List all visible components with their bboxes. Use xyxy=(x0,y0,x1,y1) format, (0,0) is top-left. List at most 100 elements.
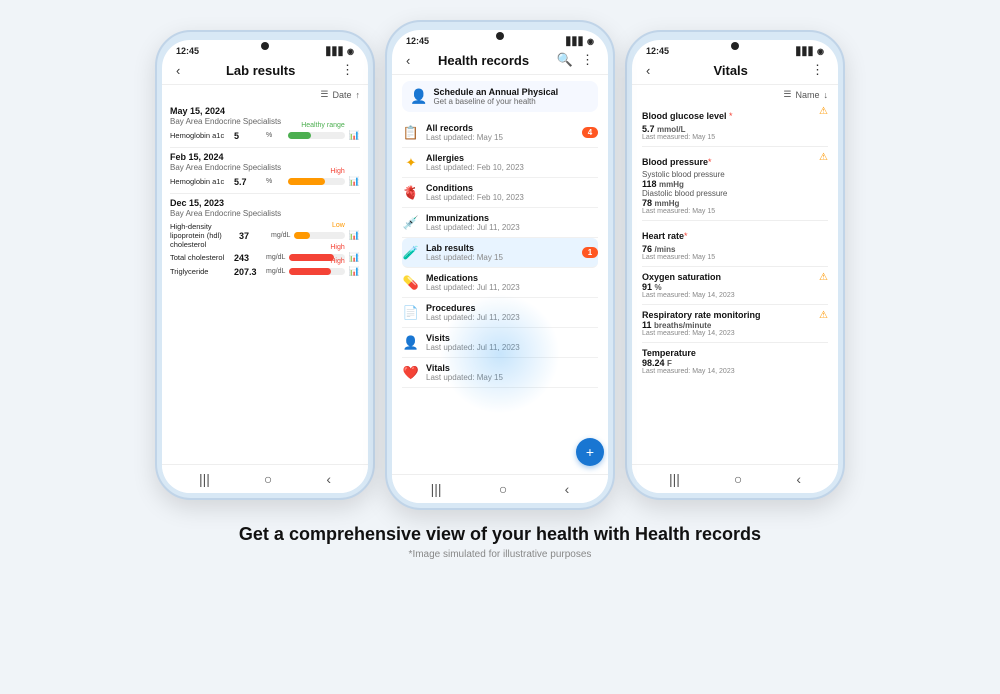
phone2-search-icon[interactable]: 🔍 xyxy=(557,52,573,68)
vital-temperature-date: Last measured: May 14, 2023 xyxy=(642,368,828,375)
lab-name-3-3: Triglyceride xyxy=(170,267,230,276)
lab-results-badge: 1 xyxy=(582,247,598,258)
lab-chart-3-1[interactable]: 📊 xyxy=(349,230,360,241)
conditions-icon: 🫀 xyxy=(402,185,420,201)
record-procedures[interactable]: 📄 Procedures Last updated: Jul 11, 2023 xyxy=(402,298,598,328)
medications-updated: Last updated: Jul 11, 2023 xyxy=(426,283,598,292)
vitals-updated: Last updated: May 15 xyxy=(426,373,598,382)
phone2-nav-back[interactable]: ‹ xyxy=(565,481,570,497)
phone1-nav-back[interactable]: ‹ xyxy=(326,471,331,487)
phone3-status-icons: ▋▋▋ ◉ xyxy=(796,47,824,56)
record-visits[interactable]: 👤 Visits Last updated: Jul 11, 2023 xyxy=(402,328,598,358)
phone1-more-icon[interactable]: ⋮ xyxy=(341,62,354,78)
phone1-nav-lines[interactable]: ||| xyxy=(199,471,210,487)
vital-blood-pressure-warn: ⚠ xyxy=(819,152,828,163)
lab-bar-3-1: Low xyxy=(294,232,344,239)
phone2-nav-bar: ‹ Health records 🔍 ⋮ xyxy=(392,48,608,75)
vital-heart-rate-date: Last measured: May 15 xyxy=(642,254,828,261)
lab-chart-1-1[interactable]: 📊 xyxy=(349,130,360,141)
procedures-text: Procedures Last updated: Jul 11, 2023 xyxy=(426,303,598,322)
phone2-more-icon[interactable]: ⋮ xyxy=(581,52,594,68)
lab-unit-3-2: mg/dL xyxy=(266,254,285,261)
phone1-back-button[interactable]: ‹ xyxy=(176,63,180,78)
record-lab-results[interactable]: 🧪 Lab results Last updated: May 15 1 xyxy=(402,238,598,268)
lab-filter-label[interactable]: Date xyxy=(332,90,351,100)
health-banner-title: Schedule an Annual Physical xyxy=(433,87,558,97)
phone2-bottom-nav: ||| ○ ‹ xyxy=(392,474,608,503)
phone2-fab[interactable]: + xyxy=(576,438,604,466)
phone2-nav-icons: 🔍 ⋮ xyxy=(557,52,594,68)
lab-low-label-3-1: Low xyxy=(332,222,345,229)
record-all-records[interactable]: 📋 All records Last updated: May 15 4 xyxy=(402,118,598,148)
lab-date-1: May 15, 2024 xyxy=(170,106,360,116)
lab-bar-fill-3-3 xyxy=(289,268,330,275)
vitals-name: Vitals xyxy=(426,363,598,373)
record-medications[interactable]: 💊 Medications Last updated: Jul 11, 2023 xyxy=(402,268,598,298)
phone3-more-icon[interactable]: ⋮ xyxy=(811,62,824,78)
lab-value-1-1: 5 xyxy=(234,131,262,141)
phone3-time: 12:45 xyxy=(646,46,669,56)
lab-name-2-1: Hemoglobin a1c xyxy=(170,177,230,186)
vital-blood-pressure-name: Blood pressure* xyxy=(642,152,815,170)
procedures-name: Procedures xyxy=(426,303,598,313)
all-records-updated: Last updated: May 15 xyxy=(426,133,576,142)
lab-chart-2-1[interactable]: 📊 xyxy=(349,176,360,187)
phone2-nav-home[interactable]: ○ xyxy=(499,481,507,497)
record-conditions[interactable]: 🫀 Conditions Last updated: Feb 10, 2023 xyxy=(402,178,598,208)
lab-value-2-1: 5.7 xyxy=(234,177,262,187)
vital-heart-rate[interactable]: Heart rate* 76 /mins Last measured: May … xyxy=(642,226,828,267)
phone1-nav-home[interactable]: ○ xyxy=(264,471,272,487)
lab-bar-fill-3-1 xyxy=(294,232,309,239)
lab-chart-3-2[interactable]: 📊 xyxy=(349,252,360,263)
lab-chart-3-3[interactable]: 📊 xyxy=(349,266,360,277)
phone2-back-button[interactable]: ‹ xyxy=(406,53,410,68)
lab-bar-fill-3-2 xyxy=(289,254,333,261)
lab-filter-icon: ☰ xyxy=(320,89,328,100)
phone1-camera xyxy=(261,42,269,50)
vital-respiratory-info: Respiratory rate monitoring 11 breaths/m… xyxy=(642,310,815,337)
lab-bar-3-3: High xyxy=(289,268,344,275)
vitals-sort-icon[interactable]: ↓ xyxy=(824,90,829,100)
vital-blood-pressure[interactable]: Blood pressure* Systolic blood pressure … xyxy=(642,152,828,221)
phone3-nav-home[interactable]: ○ xyxy=(734,471,742,487)
caption-disclaimer: *Image simulated for illustrative purpos… xyxy=(239,549,761,560)
phone3-nav-lines[interactable]: ||| xyxy=(669,471,680,487)
allergies-updated: Last updated: Feb 10, 2023 xyxy=(426,163,598,172)
vital-blood-pressure-date: Last measured: May 15 xyxy=(642,208,815,215)
phone1-time: 12:45 xyxy=(176,46,199,56)
phone3-nav-back[interactable]: ‹ xyxy=(796,471,801,487)
vital-oxygen[interactable]: Oxygen saturation 91 % Last measured: Ma… xyxy=(642,272,828,305)
phone2-nav-lines[interactable]: ||| xyxy=(431,481,442,497)
lab-value-3-1: 37 xyxy=(239,231,267,241)
conditions-updated: Last updated: Feb 10, 2023 xyxy=(426,193,598,202)
vital-blood-glucose-value: 5.7 mmol/L xyxy=(642,124,815,134)
vital-bp-systolic-label: Systolic blood pressure xyxy=(642,170,815,179)
vital-blood-glucose[interactable]: Blood glucose level * 5.7 mmol/L Last me… xyxy=(642,106,828,147)
record-vitals[interactable]: ❤️ Vitals Last updated: May 15 xyxy=(402,358,598,388)
lab-sort-icon[interactable]: ↑ xyxy=(356,90,361,100)
lab-bar-fill-2-1 xyxy=(288,178,325,185)
record-immunizations[interactable]: 💉 Immunizations Last updated: Jul 11, 20… xyxy=(402,208,598,238)
phone1-content: ☰ Date ↑ May 15, 2024 Bay Area Endocrine… xyxy=(162,85,368,464)
immunizations-name: Immunizations xyxy=(426,213,598,223)
phone3-camera xyxy=(731,42,739,50)
visits-text: Visits Last updated: Jul 11, 2023 xyxy=(426,333,598,352)
phone2-time: 12:45 xyxy=(406,36,429,46)
immunizations-icon: 💉 xyxy=(402,215,420,231)
lab-results-updated: Last updated: May 15 xyxy=(426,253,576,262)
phone3-back-button[interactable]: ‹ xyxy=(646,63,650,78)
lab-section-1: May 15, 2024 Bay Area Endocrine Speciali… xyxy=(170,106,360,141)
phone1-bottom-nav: ||| ○ ‹ xyxy=(162,464,368,493)
lab-high-label-2-1: High xyxy=(330,168,344,175)
vital-temperature[interactable]: Temperature 98.24 F Last measured: May 1… xyxy=(642,348,828,380)
vitals-filter-label[interactable]: Name xyxy=(795,90,819,100)
phone1-title: Lab results xyxy=(226,63,295,78)
vital-blood-glucose-info: Blood glucose level * 5.7 mmol/L Last me… xyxy=(642,106,815,141)
phone3-nav-bar: ‹ Vitals ⋮ xyxy=(632,58,838,85)
vitals-icon: ❤️ xyxy=(402,365,420,381)
record-allergies[interactable]: ✦ Allergies Last updated: Feb 10, 2023 xyxy=(402,148,598,178)
phone2: 12:45 ▋▋▋ ◉ ‹ Health records 🔍 ⋮ 👤 S xyxy=(385,20,615,510)
phone2-content: 👤 Schedule an Annual Physical Get a base… xyxy=(392,75,608,474)
vital-respiratory[interactable]: Respiratory rate monitoring 11 breaths/m… xyxy=(642,310,828,343)
all-records-text: All records Last updated: May 15 xyxy=(426,123,576,142)
